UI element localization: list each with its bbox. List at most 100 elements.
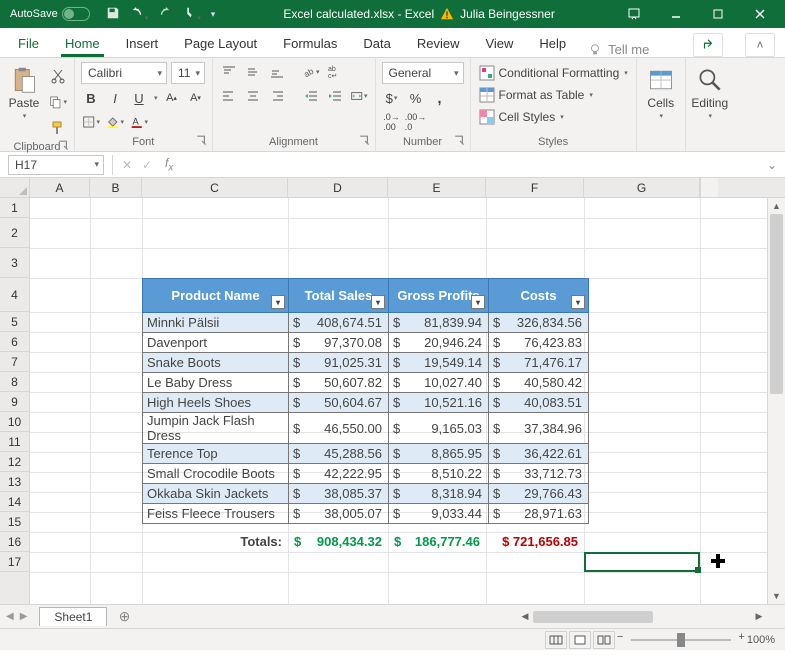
cell-styles-button[interactable]: Cell Styles▾ [477,108,630,126]
row-header[interactable]: 12 [0,452,29,472]
font-color-button[interactable]: A▾ [129,112,149,132]
normal-view-button[interactable] [545,631,567,649]
save-icon[interactable] [106,6,120,23]
maximize-button[interactable] [697,0,739,28]
cell-profits[interactable]: $8,510.22 [389,464,489,484]
borders-button[interactable]: ▾ [81,112,101,132]
cell-profits[interactable]: $9,165.03 [389,413,489,444]
undo-icon[interactable]: ▾ [130,6,149,23]
number-format-selector[interactable]: General [382,62,464,84]
name-box[interactable]: H17 [8,155,104,175]
row-header[interactable]: 11 [0,432,29,452]
cell-profits[interactable]: $10,521.16 [389,393,489,413]
collapse-ribbon-button[interactable]: ˄ [745,33,775,57]
comma-button[interactable]: , [430,88,450,108]
cell-sales[interactable]: $38,085.37 [289,484,389,504]
sheet-tab[interactable]: Sheet1 [39,607,107,626]
zoom-level[interactable]: 100% [747,634,775,646]
fill-color-button[interactable]: ▾ [105,112,125,132]
increase-decimal-button[interactable]: .0→.00 [382,112,402,132]
cell-name[interactable]: Minnki Pälsii [143,313,289,333]
tab-review[interactable]: Review [413,32,464,57]
tab-data[interactable]: Data [359,32,394,57]
cell-name[interactable]: Small Crocodile Boots [143,464,289,484]
row-header[interactable]: 16 [0,532,29,552]
cell-sales[interactable]: $45,288.56 [289,444,389,464]
cell-costs[interactable]: $326,834.56 [489,313,589,333]
select-all-button[interactable] [0,178,30,197]
data-table[interactable]: Product Name▾ Total Sales▾ Gross Profits… [142,278,589,524]
table-row[interactable]: Davenport$97,370.08$20,946.24$76,423.83 [143,333,589,353]
cell-sales[interactable]: $97,370.08 [289,333,389,353]
table-row[interactable]: Jumpin Jack Flash Dress$46,550.00$9,165.… [143,413,589,444]
cell-costs[interactable]: $71,476.17 [489,353,589,373]
cell-profits[interactable]: $8,318.94 [389,484,489,504]
cell-name[interactable]: Jumpin Jack Flash Dress [143,413,289,444]
italic-button[interactable]: I [105,88,125,108]
minimize-button[interactable] [655,0,697,28]
align-top-button[interactable] [219,62,239,82]
table-row[interactable]: Okkaba Skin Jackets$38,085.37$8,318.94$2… [143,484,589,504]
page-break-view-button[interactable] [593,631,615,649]
table-row[interactable]: Snake Boots$91,025.31$19,549.14$71,476.1… [143,353,589,373]
cell-profits[interactable]: $20,946.24 [389,333,489,353]
sheet-nav-prev-icon[interactable]: ◀ [6,611,14,622]
row-header[interactable]: 5 [0,312,29,332]
column-header[interactable]: A [30,178,90,197]
row-header[interactable]: 9 [0,392,29,412]
vertical-scrollbar[interactable]: ▲ ▼ [767,198,785,604]
copy-button[interactable]: ▾ [48,92,68,112]
column-header[interactable]: B [90,178,142,197]
table-row[interactable]: Feiss Fleece Trousers$38,005.07$9,033.44… [143,504,589,524]
filter-icon[interactable]: ▾ [371,295,385,309]
cell-profits[interactable]: $9,033.44 [389,504,489,524]
filter-icon[interactable]: ▾ [471,295,485,309]
accept-formula-icon[interactable]: ✓ [137,158,157,172]
increase-indent-button[interactable] [325,86,345,106]
tell-me-search[interactable]: Tell me [588,42,649,57]
align-middle-button[interactable] [243,62,263,82]
cell-costs[interactable]: $76,423.83 [489,333,589,353]
cell-costs[interactable]: $36,422.61 [489,444,589,464]
tab-formulas[interactable]: Formulas [279,32,341,57]
decrease-decimal-button[interactable]: .00→.0 [406,112,426,132]
cell-profits[interactable]: $10,027.40 [389,373,489,393]
percent-button[interactable]: % [406,88,426,108]
underline-button[interactable]: U [129,88,149,108]
ribbon-options-button[interactable] [613,0,655,28]
active-cell[interactable] [584,552,700,572]
cell-costs[interactable]: $37,384.96 [489,413,589,444]
align-center-button[interactable] [243,86,263,106]
cells-area[interactable]: Product Name▾ Total Sales▾ Gross Profits… [30,198,767,604]
cell-name[interactable]: Davenport [143,333,289,353]
sheet-nav-next-icon[interactable]: ▶ [20,611,28,622]
cell-name[interactable]: Feiss Fleece Trousers [143,504,289,524]
tab-page-layout[interactable]: Page Layout [180,32,261,57]
table-row[interactable]: High Heels Shoes$50,604.67$10,521.16$40,… [143,393,589,413]
align-right-button[interactable] [267,86,287,106]
tab-home[interactable]: Home [61,32,104,57]
table-row[interactable]: Small Crocodile Boots$42,222.95$8,510.22… [143,464,589,484]
row-header[interactable]: 6 [0,332,29,352]
conditional-formatting-button[interactable]: Conditional Formatting▾ [477,64,630,82]
cell-sales[interactable]: $91,025.31 [289,353,389,373]
cell-name[interactable]: Le Baby Dress [143,373,289,393]
cancel-formula-icon[interactable]: ✕ [117,158,137,172]
tab-file[interactable]: File [14,32,43,57]
cell-profits[interactable]: $19,549.14 [389,353,489,373]
font-name-selector[interactable]: Calibri [81,62,167,84]
table-row[interactable]: Minnki Pälsii$408,674.51$81,839.94$326,8… [143,313,589,333]
cell-sales[interactable]: $38,005.07 [289,504,389,524]
filter-icon[interactable]: ▾ [271,295,285,309]
underline-dropdown[interactable]: ▾ [154,94,158,102]
cell-costs[interactable]: $40,580.42 [489,373,589,393]
orientation-button[interactable]: ab▾ [301,62,321,82]
share-button[interactable] [693,33,723,57]
cell-sales[interactable]: $46,550.00 [289,413,389,444]
cell-costs[interactable]: $28,971.63 [489,504,589,524]
new-sheet-button[interactable]: ⊕ [113,606,135,628]
tab-help[interactable]: Help [535,32,570,57]
cell-costs[interactable]: $29,766.43 [489,484,589,504]
decrease-font-button[interactable]: A▾ [186,88,206,108]
row-header[interactable]: 7 [0,352,29,372]
